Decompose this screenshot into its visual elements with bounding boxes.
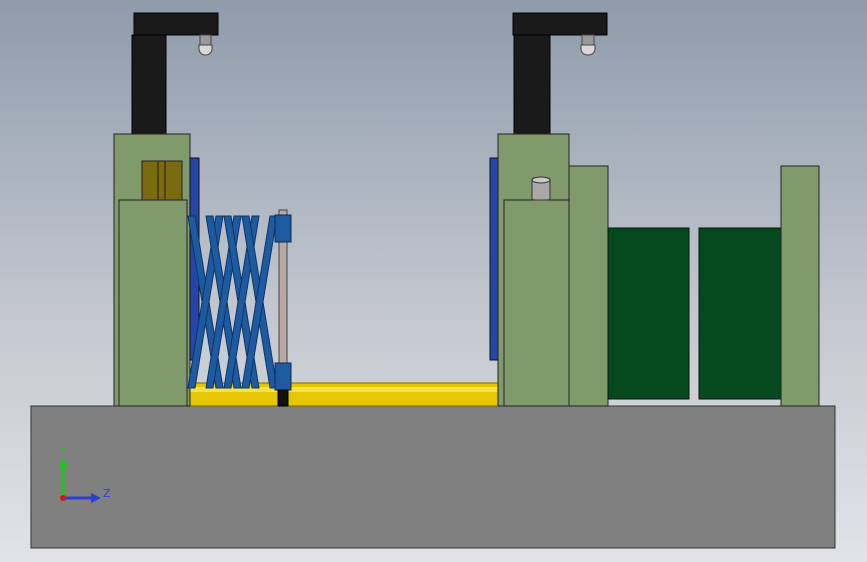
- triad-origin: [60, 495, 66, 501]
- upper-collar: [274, 214, 292, 243]
- z-axis-label: Z: [103, 487, 111, 500]
- left-sensor-dome: [198, 44, 213, 56]
- right-sensor-neck: [581, 34, 595, 46]
- lower-collar: [274, 362, 292, 391]
- olive-block: [141, 160, 183, 201]
- rod-foot: [277, 389, 289, 407]
- left-tower-lower: [118, 199, 188, 407]
- model-scene: Y Z: [30, 12, 836, 549]
- dark-green-panel-2: [698, 227, 782, 400]
- scissor-mechanism: [187, 215, 278, 389]
- right-black-column: [513, 34, 551, 135]
- right-black-arm: [512, 12, 608, 36]
- right-post-inner: [568, 165, 609, 407]
- dark-green-panel-1: [607, 227, 690, 400]
- right-post-outer: [780, 165, 820, 407]
- left-black-column: [131, 34, 167, 135]
- right-tower-lower: [503, 199, 570, 407]
- left-sensor-neck: [199, 34, 212, 46]
- base-plate: [30, 405, 836, 549]
- cad-viewport[interactable]: Y Z: [0, 0, 867, 562]
- right-sensor-dome: [580, 44, 596, 56]
- y-axis-label: Y: [59, 445, 67, 458]
- left-black-arm: [133, 12, 219, 36]
